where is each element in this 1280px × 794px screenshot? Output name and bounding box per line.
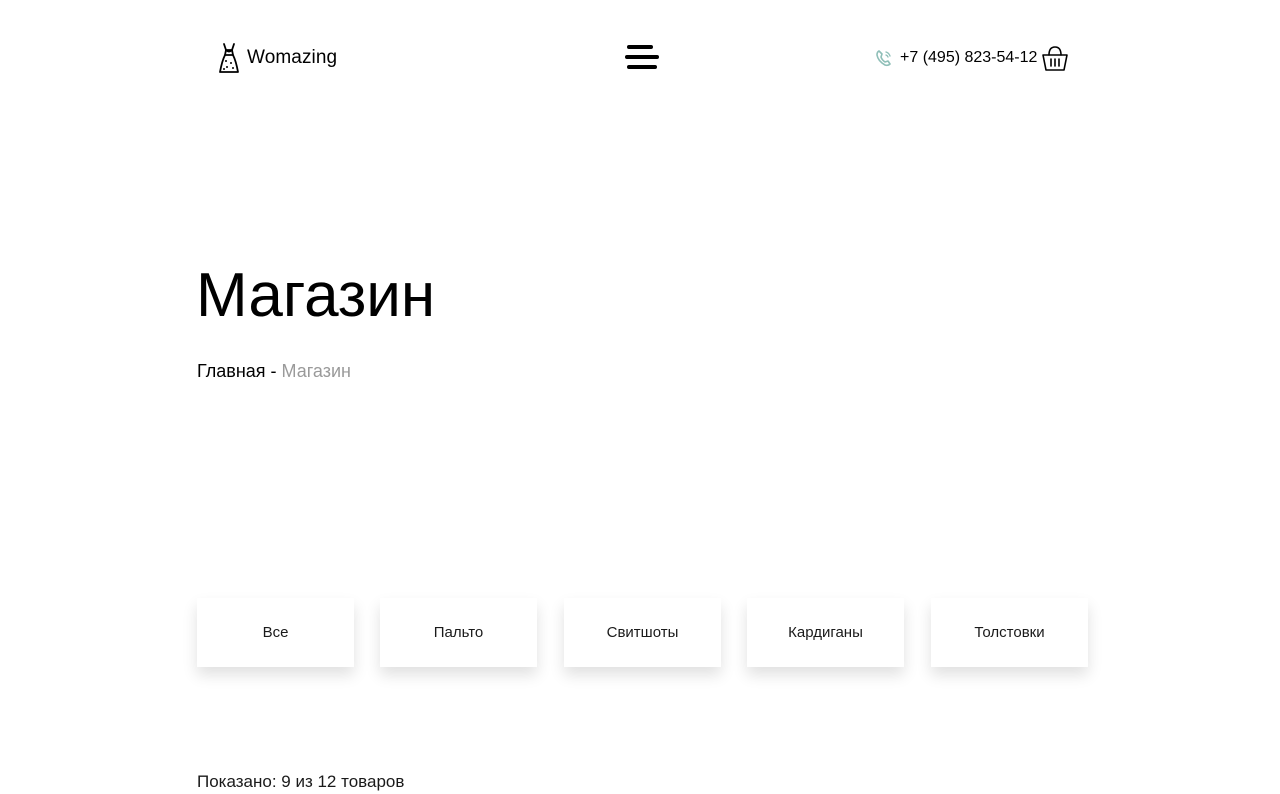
filter-coats-button[interactable]: Пальто	[380, 598, 537, 667]
page: Womazing +7 (495) 823-54-12 Магазин Глав…	[0, 0, 1280, 794]
filter-sweatshirts-button[interactable]: Свитшоты	[564, 598, 721, 667]
logo-text: Womazing	[247, 47, 338, 68]
hamburger-menu-icon[interactable]	[623, 43, 661, 73]
breadcrumb: Главная - Магазин	[197, 358, 351, 384]
header-contact: +7 (495) 823-54-12	[874, 42, 1070, 74]
dress-icon	[216, 41, 242, 75]
page-title: Магазин	[196, 261, 436, 330]
breadcrumb-current: Магазин	[281, 361, 351, 381]
logo-link[interactable]: Womazing	[216, 40, 337, 76]
shopping-basket-icon[interactable]	[1040, 43, 1070, 73]
site-header: Womazing +7 (495) 823-54-12	[0, 0, 1280, 110]
products-shown-count: Показано: 9 из 12 товаров	[197, 772, 405, 791]
phone-number-link[interactable]: +7 (495) 823-54-12	[900, 49, 1037, 67]
category-filters: Все Пальто Свитшоты Кардиганы Толстовки	[197, 598, 1089, 668]
filter-all-button[interactable]: Все	[197, 598, 354, 667]
breadcrumb-separator: -	[265, 361, 282, 381]
breadcrumb-home-link[interactable]: Главная	[197, 361, 266, 381]
filter-cardigans-button[interactable]: Кардиганы	[747, 598, 904, 667]
phone-icon	[874, 48, 894, 68]
filter-hoodies-button[interactable]: Толстовки	[931, 598, 1088, 667]
